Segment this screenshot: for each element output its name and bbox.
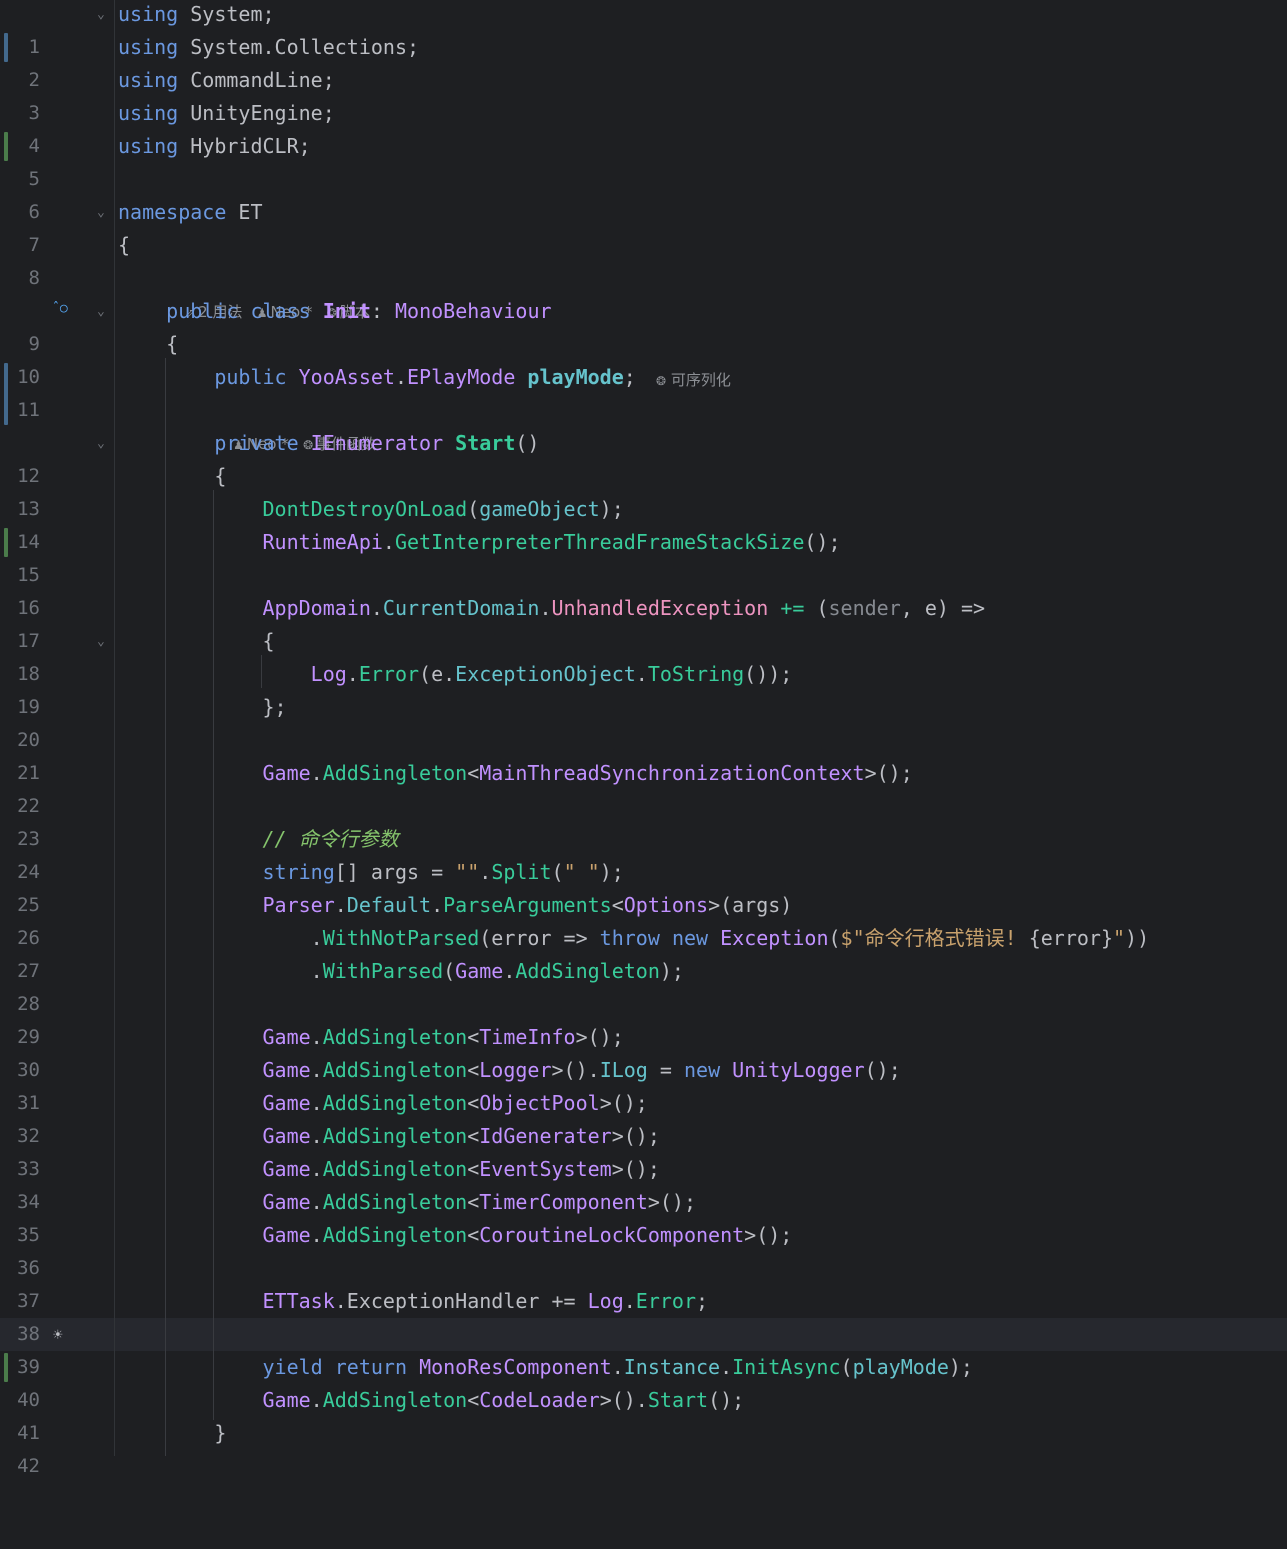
fold-chevron-icon[interactable]: ⌄ xyxy=(97,295,105,328)
code-line[interactable]: 9 ˆ○ ⌄ public class Init: MonoBehaviour xyxy=(0,292,1287,355)
code-line[interactable]: 2 using System.Collections; xyxy=(0,31,1287,91)
fold-chevron-icon[interactable]: ⌄ xyxy=(97,427,105,460)
override-icon[interactable]: ˆ○ xyxy=(52,292,68,325)
code-line[interactable]: 5 using HybridCLR; xyxy=(0,130,1287,190)
class-code-vision-hint[interactable]: ⇗ 2 用法 ♟ Neo * ❂ 脚本 xyxy=(166,263,370,321)
code-line[interactable]: 34 Game.AddSingleton<EventSystem>(); xyxy=(0,1153,1287,1213)
line-number: 11 xyxy=(17,399,40,421)
serializable-label: 可序列化 xyxy=(670,371,731,389)
code-line[interactable]: 29 xyxy=(0,988,1287,1048)
code-line[interactable]: 16 xyxy=(0,559,1287,619)
code-line[interactable]: 20 }; xyxy=(0,691,1287,751)
code-line[interactable]: 26 Parser.Default.ParseArguments<Options… xyxy=(0,889,1287,949)
code-line[interactable]: 12 ⌄ private IEnumerator Start() xyxy=(0,427,1287,487)
bulb-icon[interactable]: ☀ xyxy=(53,1318,63,1351)
code-line[interactable]: 17 AppDomain.CurrentDomain.UnhandledExce… xyxy=(0,592,1287,652)
fold-chevron-icon[interactable]: ⌄ xyxy=(97,625,105,658)
code-line[interactable]: 41 Game.AddSingleton<CodeLoader>().Start… xyxy=(0,1384,1287,1444)
code-line[interactable]: 10 { xyxy=(0,328,1287,388)
unity-icon: ❂ xyxy=(656,374,667,388)
code-line[interactable]: 37 xyxy=(0,1252,1287,1312)
code-line[interactable]: 8 { xyxy=(0,229,1287,289)
code-line-current[interactable]: 39 ☀ xyxy=(0,1318,1287,1378)
code-line[interactable]: 14 DontDestroyOnLoad(gameObject); xyxy=(0,493,1287,553)
code-line[interactable]: 23 xyxy=(0,790,1287,850)
code-line[interactable]: 11 public YooAsset.EPlayMode playMode; xyxy=(0,361,1287,421)
line-number: 8 xyxy=(28,267,40,289)
code-line[interactable]: 27 .WithNotParsed(error => throw new Exc… xyxy=(0,922,1287,982)
code-line[interactable]: 31 Game.AddSingleton<Logger>().ILog = ne… xyxy=(0,1054,1287,1114)
code-line[interactable]: 30 Game.AddSingleton<TimeInfo>(); xyxy=(0,1021,1287,1081)
code-line[interactable]: 40 yield return MonoResComponent.Instanc… xyxy=(0,1351,1287,1411)
code-line[interactable]: 15 RuntimeApi.GetInterpreterThreadFrameS… xyxy=(0,526,1287,586)
fold-chevron-icon[interactable]: ⌄ xyxy=(97,196,105,229)
serializable-hint[interactable]: ❂ 可序列化 xyxy=(656,369,731,390)
method-code-vision-hint[interactable]: ♟ Neo * ❂ 事件函数 xyxy=(214,395,376,453)
code-line[interactable]: 7 ⌄ namespace ET xyxy=(0,196,1287,256)
code-line[interactable]: 35 Game.AddSingleton<TimerComponent>(); xyxy=(0,1186,1287,1246)
code-line[interactable]: 6 xyxy=(0,163,1287,223)
code-line[interactable]: 42 } xyxy=(0,1417,1287,1477)
code-line[interactable]: 33 Game.AddSingleton<IdGenerater>(); xyxy=(0,1120,1287,1180)
fold-chevron-icon[interactable]: ⌄ xyxy=(97,0,105,31)
code-line[interactable]: 32 Game.AddSingleton<ObjectPool>(); xyxy=(0,1087,1287,1147)
code-line[interactable]: 22 Game.AddSingleton<MainThreadSynchroni… xyxy=(0,757,1287,817)
code-line[interactable]: 4 using UnityEngine; xyxy=(0,97,1287,157)
code-line[interactable]: 13 { xyxy=(0,460,1287,520)
code-line[interactable]: 19 Log.Error(e.ExceptionObject.ToString(… xyxy=(0,658,1287,718)
code-line[interactable]: 3 using CommandLine; xyxy=(0,64,1287,124)
code-line[interactable]: 36 Game.AddSingleton<CoroutineLockCompon… xyxy=(0,1219,1287,1279)
code-line[interactable]: 1 ⌄ using System; xyxy=(0,0,1287,58)
line-number: 42 xyxy=(17,1455,40,1477)
code-line[interactable]: 21 xyxy=(0,724,1287,784)
code-line[interactable]: 18 ⌄ { xyxy=(0,625,1287,685)
code-line[interactable]: 25 string[] args = "".Split(" "); xyxy=(0,856,1287,916)
code-editor[interactable]: 1 ⌄ using System; 2 using System.Collect… xyxy=(0,0,1287,1477)
code-line[interactable]: 28 .WithParsed(Game.AddSingleton); xyxy=(0,955,1287,1015)
code-line[interactable]: 38 ETTask.ExceptionHandler += Log.Error; xyxy=(0,1285,1287,1345)
code-line[interactable]: 24 // 命令行参数 xyxy=(0,823,1287,883)
